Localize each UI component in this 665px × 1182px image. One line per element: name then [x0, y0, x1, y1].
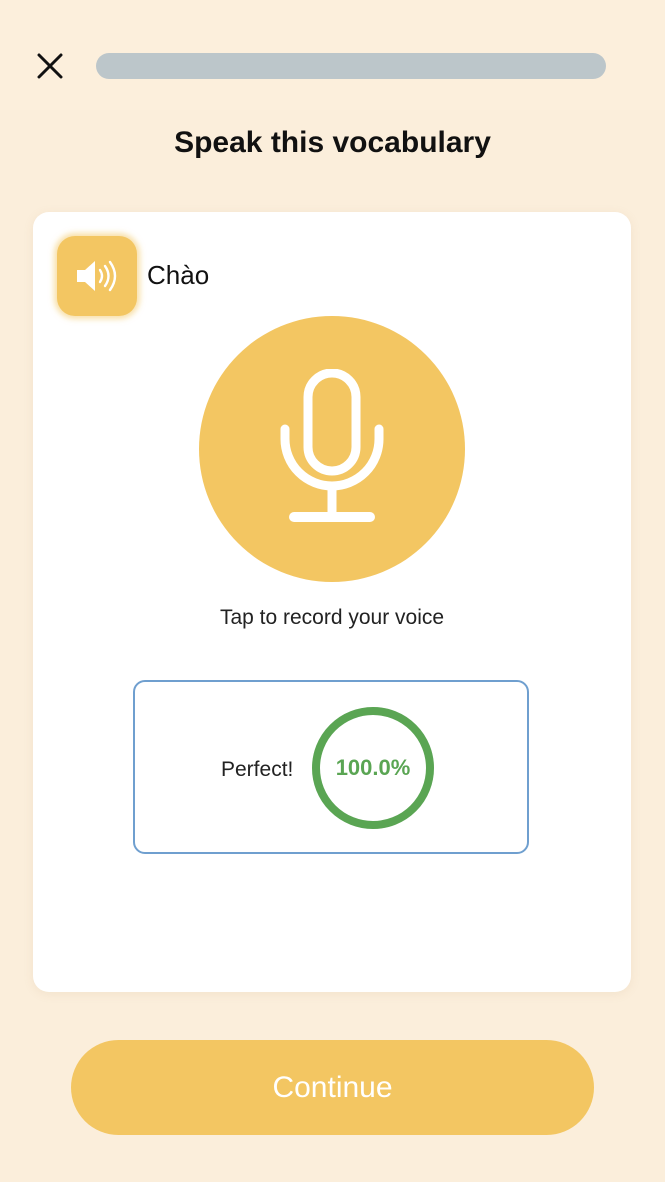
vocabulary-word: Chào	[147, 260, 210, 290]
pronunciation-result: Perfect! 100.0%	[133, 680, 529, 854]
lesson-progress-bar	[96, 53, 606, 79]
speaker-icon	[77, 260, 117, 292]
play-audio-button[interactable]	[57, 236, 137, 316]
microphone-icon	[280, 369, 384, 522]
record-button[interactable]	[199, 316, 465, 582]
score-value: 100.0%	[335, 755, 411, 780]
vocabulary-card: Chào Tap to record your voice Perfect! 1…	[33, 212, 631, 992]
close-icon	[37, 53, 63, 79]
record-hint: Tap to record your voice	[219, 606, 445, 629]
result-label: Perfect!	[221, 758, 294, 781]
close-button[interactable]	[30, 46, 70, 86]
page-title: Speak this vocabulary	[174, 126, 491, 159]
top-bar	[0, 0, 665, 110]
continue-button[interactable]: Continue	[71, 1040, 594, 1135]
score-ring: 100.0%	[311, 706, 435, 830]
